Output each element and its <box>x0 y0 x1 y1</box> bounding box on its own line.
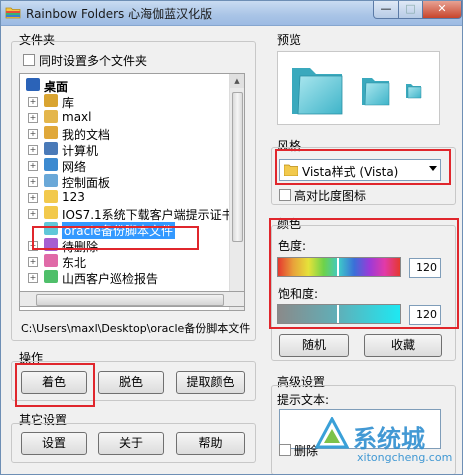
random-button[interactable]: 随机 <box>279 334 349 357</box>
decolorize-button[interactable]: 脱色 <box>98 371 164 394</box>
computer-icon <box>44 142 58 155</box>
preview-folders-icon <box>292 68 422 115</box>
documents-folder-icon <box>44 126 58 139</box>
rainbow-folder-icon <box>5 7 21 19</box>
scroll-up-arrow-icon[interactable]: ▲ <box>230 74 244 88</box>
desktop-icon <box>26 78 40 91</box>
tree-vertical-scrollbar[interactable]: ▲ <box>229 74 244 310</box>
multi-folder-label: 同时设置多个文件夹 <box>39 54 148 68</box>
about-button[interactable]: 关于 <box>98 432 164 455</box>
window-title: Rainbow Folders 心海伽蓝汉化版 <box>26 7 213 21</box>
pink-folder-icon <box>44 254 58 267</box>
highlight-color-sliders <box>269 218 459 329</box>
selected-folder-path: C:\Users\maxl\Desktop\oracle备份脚本文件 <box>21 322 251 335</box>
close-button[interactable]: ✕ <box>422 1 462 19</box>
expand-icon[interactable]: + <box>28 161 38 171</box>
folder-tree[interactable]: 桌面 + 库 + maxl + 我的文档 + 计算机 + 网络 + 控制面板 +123 + IOS7.1系统下… <box>19 73 245 311</box>
expand-icon[interactable]: + <box>28 273 38 283</box>
expand-icon[interactable]: + <box>28 145 38 155</box>
tree-item-label: 山西客户巡检报告 <box>62 272 159 286</box>
expand-icon[interactable]: + <box>28 97 38 107</box>
tooltip-label: 提示文本: <box>277 393 330 407</box>
expand-icon[interactable]: + <box>28 113 38 123</box>
highlight-style <box>275 149 451 185</box>
folder-icon <box>44 190 58 203</box>
site-watermark: 系统城 xitongcheng.com <box>301 413 461 473</box>
tree-item-label: 123 <box>62 190 85 204</box>
expand-icon[interactable]: + <box>28 257 38 267</box>
library-icon <box>44 94 58 107</box>
maximize-button[interactable]: □ <box>398 1 423 19</box>
expand-icon[interactable]: + <box>28 193 38 203</box>
horizontal-scroll-thumb[interactable] <box>36 294 224 306</box>
highlight-selected-folder <box>32 226 199 250</box>
control-panel-icon <box>44 174 58 187</box>
delete-checkbox[interactable] <box>279 444 291 456</box>
user-folder-icon <box>44 110 58 123</box>
high-contrast-label: 高对比度图标 <box>294 189 367 203</box>
tree-horizontal-scrollbar[interactable] <box>19 291 245 307</box>
multi-folder-checkbox[interactable] <box>23 54 35 66</box>
scroll-thumb[interactable] <box>232 92 243 242</box>
high-contrast-checkbox[interactable] <box>279 189 291 201</box>
pick-color-button[interactable]: 提取颜色 <box>176 371 245 394</box>
preview-section-label: 预览 <box>277 33 302 47</box>
expand-icon[interactable]: + <box>28 129 38 139</box>
folder-icon <box>44 206 58 219</box>
folder-preview <box>277 51 440 125</box>
app-window: Rainbow Folders 心海伽蓝汉化版 — □ ✕ 文件夹 同时设置多个… <box>0 0 463 475</box>
expand-icon[interactable]: + <box>28 209 38 219</box>
network-icon <box>44 158 58 171</box>
watermark-brand: 系统城 <box>353 425 425 453</box>
expand-icon[interactable]: + <box>28 177 38 187</box>
help-button[interactable]: 帮助 <box>176 432 245 455</box>
highlight-colorize <box>15 363 95 407</box>
green-folder-icon <box>44 270 58 283</box>
minimize-button[interactable]: — <box>373 1 399 19</box>
title-bar[interactable]: Rainbow Folders 心海伽蓝汉化版 — □ ✕ <box>1 1 462 26</box>
watermark-logo-icon <box>315 417 349 449</box>
tree-item[interactable]: + 山西客户巡检报告 <box>20 269 232 287</box>
favorite-button[interactable]: 收藏 <box>364 334 442 357</box>
tree-item-label: maxl <box>62 110 92 124</box>
watermark-site: xitongcheng.com <box>357 451 453 464</box>
settings-button[interactable]: 设置 <box>21 432 87 455</box>
